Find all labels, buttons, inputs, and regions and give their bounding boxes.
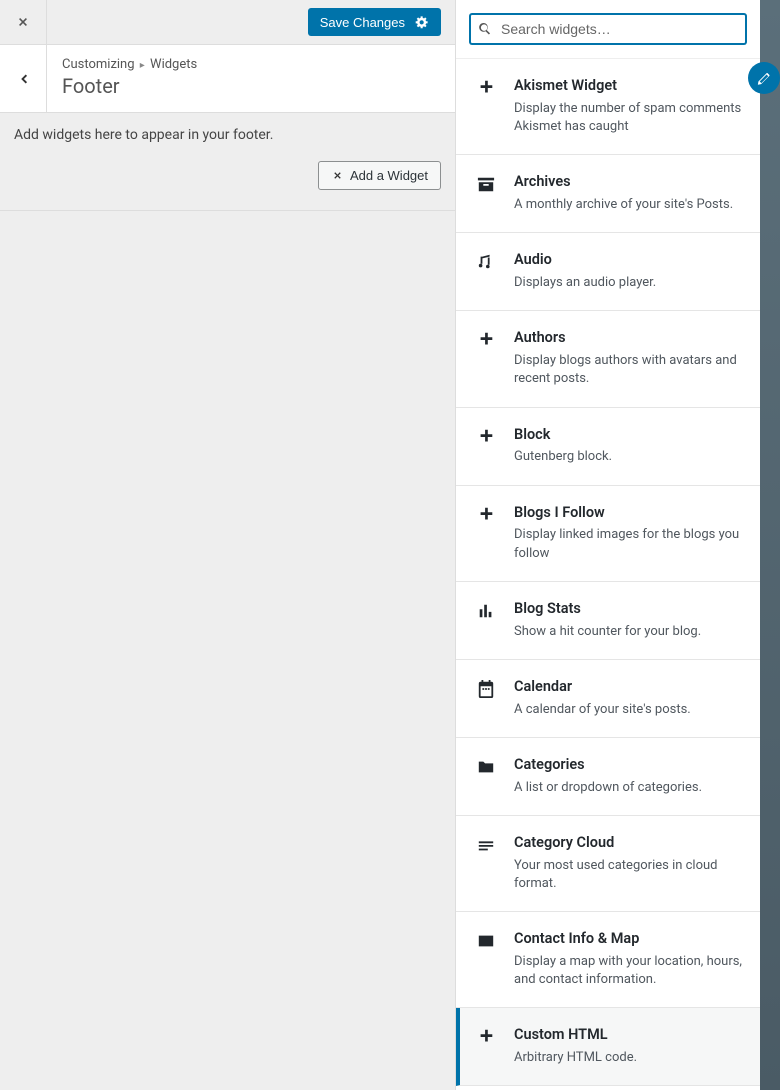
- widget-body: Block Gutenberg block.: [514, 426, 744, 467]
- close-icon: [331, 169, 344, 182]
- widget-body: Audio Displays an audio player.: [514, 251, 744, 292]
- widget-body: Authors Display blogs authors with avatar…: [514, 329, 744, 388]
- widget-item[interactable]: Audio Displays an audio player.: [456, 233, 760, 311]
- widget-desc: A monthly archive of your site's Posts.: [514, 196, 744, 214]
- add-widget-row: Add a Widget: [0, 143, 455, 211]
- widget-desc: A calendar of your site's posts.: [514, 701, 744, 719]
- widget-body: Blogs I Follow Display linked images for …: [514, 504, 744, 563]
- widget-item[interactable]: Categories A list or dropdown of categori…: [456, 738, 760, 816]
- widget-body: Akismet Widget Display the number of spam…: [514, 77, 744, 136]
- pencil-icon: [756, 70, 772, 86]
- widget-desc: Display linked images for the blogs you …: [514, 526, 744, 562]
- breadcrumb-sep-icon: ▸: [140, 60, 145, 71]
- widget-item[interactable]: Blogs I Follow Display linked images for …: [456, 486, 760, 582]
- breadcrumb-path: Customizing ▸ Widgets: [62, 57, 197, 72]
- widget-desc: Gutenberg block.: [514, 448, 744, 466]
- search-box: [470, 14, 746, 44]
- widget-body: Blog Stats Show a hit counter for your bl…: [514, 600, 744, 641]
- widget-item[interactable]: Display WordPress PostsDisplays a list o…: [456, 1086, 760, 1090]
- back-button[interactable]: [0, 45, 47, 112]
- widget-body: Categories A list or dropdown of categori…: [514, 756, 744, 797]
- widget-desc: Display a map with your location, hours,…: [514, 953, 744, 989]
- audio-icon: [476, 252, 496, 272]
- widget-title: Block: [514, 426, 744, 445]
- widget-title: Categories: [514, 756, 744, 775]
- widget-picker: Akismet Widget Display the number of spam…: [455, 0, 760, 1090]
- save-label: Save Changes: [320, 15, 405, 30]
- customizer-panel: Save Changes Customizing ▸ Widgets Foote…: [0, 0, 455, 1090]
- widget-item[interactable]: Block Gutenberg block.: [456, 408, 760, 486]
- stats-icon: [476, 601, 496, 621]
- archive-icon: [476, 174, 496, 194]
- widget-title: Blog Stats: [514, 600, 744, 619]
- search-wrap: [456, 0, 760, 58]
- widget-body: Contact Info & Map Display a map with you…: [514, 930, 744, 989]
- close-icon: [15, 14, 31, 30]
- mail-icon: [476, 931, 496, 951]
- widget-item[interactable]: Akismet Widget Display the number of spam…: [456, 59, 760, 155]
- widget-title: Blogs I Follow: [514, 504, 744, 523]
- widget-title: Archives: [514, 173, 744, 192]
- widget-desc: Your most used categories in cloud forma…: [514, 857, 744, 893]
- chevron-left-icon: [14, 70, 32, 88]
- edit-shortcut-button[interactable]: [748, 62, 780, 94]
- widget-title: Calendar: [514, 678, 744, 697]
- cloud-icon: [476, 835, 496, 855]
- close-button[interactable]: [0, 0, 47, 45]
- widget-title: Contact Info & Map: [514, 930, 744, 949]
- widget-desc: Display the number of spam comments Akis…: [514, 100, 744, 136]
- breadcrumb-prefix: Customizing: [62, 57, 135, 72]
- widget-list[interactable]: Akismet Widget Display the number of spam…: [456, 58, 760, 1090]
- widget-body: Calendar A calendar of your site's posts.: [514, 678, 744, 719]
- widget-item[interactable]: Custom HTML Arbitrary HTML code.: [456, 1008, 760, 1086]
- widget-title: Category Cloud: [514, 834, 744, 853]
- topbar: Save Changes: [0, 0, 455, 45]
- widget-body: Category Cloud Your most used categories …: [514, 834, 744, 893]
- widget-body: Custom HTML Arbitrary HTML code.: [514, 1026, 744, 1067]
- plus-icon: [476, 330, 496, 350]
- widget-title: Akismet Widget: [514, 77, 744, 96]
- plus-icon: [476, 505, 496, 525]
- gear-icon: [415, 15, 429, 29]
- plus-icon: [476, 78, 496, 98]
- widget-desc: Display blogs authors with avatars and r…: [514, 352, 744, 388]
- breadcrumb: Customizing ▸ Widgets Footer: [0, 45, 455, 113]
- calendar-icon: [476, 679, 496, 699]
- widget-body: Archives A monthly archive of your site's…: [514, 173, 744, 214]
- preview-edge: [760, 0, 780, 1090]
- widget-item[interactable]: Blog Stats Show a hit counter for your bl…: [456, 582, 760, 660]
- widget-desc: A list or dropdown of categories.: [514, 779, 744, 797]
- add-widget-label: Add a Widget: [350, 168, 428, 183]
- widget-desc: Show a hit counter for your blog.: [514, 623, 744, 641]
- widget-item[interactable]: Authors Display blogs authors with avatar…: [456, 311, 760, 407]
- breadcrumb-mid: Widgets: [150, 57, 197, 72]
- widget-item[interactable]: Contact Info & Map Display a map with you…: [456, 912, 760, 1008]
- widget-desc: Displays an audio player.: [514, 274, 744, 292]
- widget-item[interactable]: Calendar A calendar of your site's posts.: [456, 660, 760, 738]
- save-changes-button[interactable]: Save Changes: [308, 8, 441, 36]
- plus-icon: [476, 427, 496, 447]
- page-title: Footer: [62, 74, 197, 98]
- widget-title: Audio: [514, 251, 744, 270]
- widget-title: Authors: [514, 329, 744, 348]
- add-widget-button[interactable]: Add a Widget: [318, 161, 441, 190]
- widget-item[interactable]: Category Cloud Your most used categories …: [456, 816, 760, 912]
- widget-item[interactable]: Archives A monthly archive of your site's…: [456, 155, 760, 233]
- plus-icon: [476, 1027, 496, 1047]
- widget-title: Custom HTML: [514, 1026, 744, 1045]
- breadcrumb-body: Customizing ▸ Widgets Footer: [47, 45, 212, 112]
- search-input[interactable]: [470, 14, 746, 44]
- folder-icon: [476, 757, 496, 777]
- hint-text: Add widgets here to appear in your foote…: [0, 113, 455, 143]
- widget-desc: Arbitrary HTML code.: [514, 1049, 744, 1067]
